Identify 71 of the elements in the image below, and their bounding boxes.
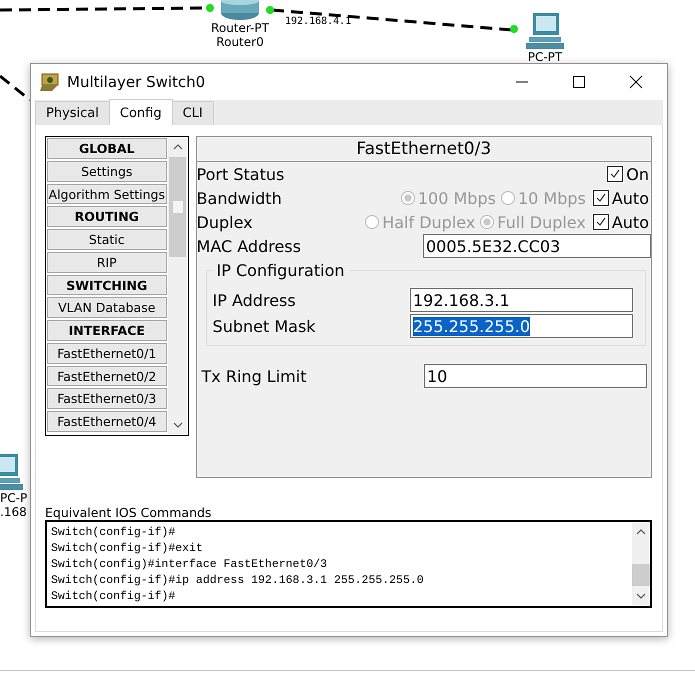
sidebar-item[interactable]: FastEthernet0/3 [47,388,167,410]
checkmark-icon [609,168,622,180]
sidebar-item[interactable]: FastEthernet0/4 [47,411,167,432]
tab[interactable]: Physical [35,101,110,125]
log-line: Switch(config-if)# [51,589,176,605]
checkmark-icon [594,216,607,228]
section-header: ROUTING [47,206,167,228]
switch-icon [39,72,61,92]
scrollbar[interactable] [168,137,188,435]
option-label: Full Duplex [497,212,586,232]
input-field[interactable]: 192.168.3.1 [410,288,633,312]
tab[interactable]: Config [108,99,173,125]
field-label: Subnet Mask [212,316,316,336]
selected-text: 255.255.255.0 [413,316,530,336]
sidebar-item[interactable]: Settings [47,160,167,182]
field-label: MAC Address [196,236,301,256]
port-light [266,6,274,14]
close-icon[interactable] [629,75,643,89]
field-label: Bandwidth [196,188,282,208]
log-line: Switch(config)#interface FastEthernet0/3 [51,557,328,573]
field-label: Port Status [196,164,284,184]
group-title: IP Configuration [212,261,348,280]
field-label: IP Address [212,290,296,310]
device-label: Router-PT [211,21,269,35]
option-label: 100 Mbps [418,188,496,208]
sidebar-item[interactable]: VLAN Database [47,297,167,318]
scroll-thumb[interactable] [632,564,650,586]
device-label: PC-P [0,491,28,505]
section-header: GLOBAL [47,138,167,159]
port-light [206,4,214,12]
option-label: Auto [612,188,649,208]
section-header: SWITCHING [47,274,167,296]
checkmark-icon [594,192,607,204]
tab[interactable]: CLI [172,101,214,125]
scroll-down-icon[interactable] [172,421,183,429]
port-light [510,25,518,33]
maximize-icon[interactable] [572,75,586,89]
checkbox[interactable] [607,166,624,182]
input-field[interactable]: 0005.5E32.CC03 [423,234,651,258]
panel-title: FastEthernet0/3 [196,137,651,162]
input-field[interactable]: 10 [424,364,647,388]
scrollbar[interactable] [632,522,650,606]
window-title: Multilayer Switch0 [67,73,206,91]
input-field[interactable]: 255.255.255.0 [410,314,633,338]
option-label: On [626,164,649,184]
device-name: Router0 [216,35,264,49]
sidebar-item[interactable]: FastEthernet0/1 [47,342,167,364]
section-label: Equivalent IOS Commands [45,505,212,520]
log-line: Switch(config-if)#ip address 192.168.3.1 255.255.255.0 [51,573,425,589]
router-icon[interactable] [220,0,260,21]
option-label: Auto [612,212,649,232]
log-line: Switch(config-if)#exit [51,541,204,557]
field-label: Tx Ring Limit [202,366,306,386]
option-label: 10 Mbps [518,188,586,208]
scroll-thumb[interactable] [169,157,186,257]
link-label: 192.168.4.1 [285,16,352,27]
device-name: .168 [0,505,27,519]
scroll-up-icon[interactable] [636,528,646,536]
computer-icon[interactable] [525,12,565,50]
option-label: Half Duplex [382,212,476,232]
scroll-up-icon[interactable] [172,143,183,151]
log-line: Switch(config-if)# [51,525,176,541]
sidebar-item[interactable]: Static [47,229,167,250]
sidebar-item[interactable]: FastEthernet0/2 [47,366,167,386]
connection-line [0,74,31,102]
section-header: INTERFACE [47,320,167,341]
sidebar-item[interactable]: Algorithm Settings [47,184,167,204]
device-label: PC-PT [528,50,562,64]
field-label: Duplex [196,212,253,232]
scroll-down-icon[interactable] [636,592,646,600]
sidebar-item[interactable]: RIP [47,252,167,273]
